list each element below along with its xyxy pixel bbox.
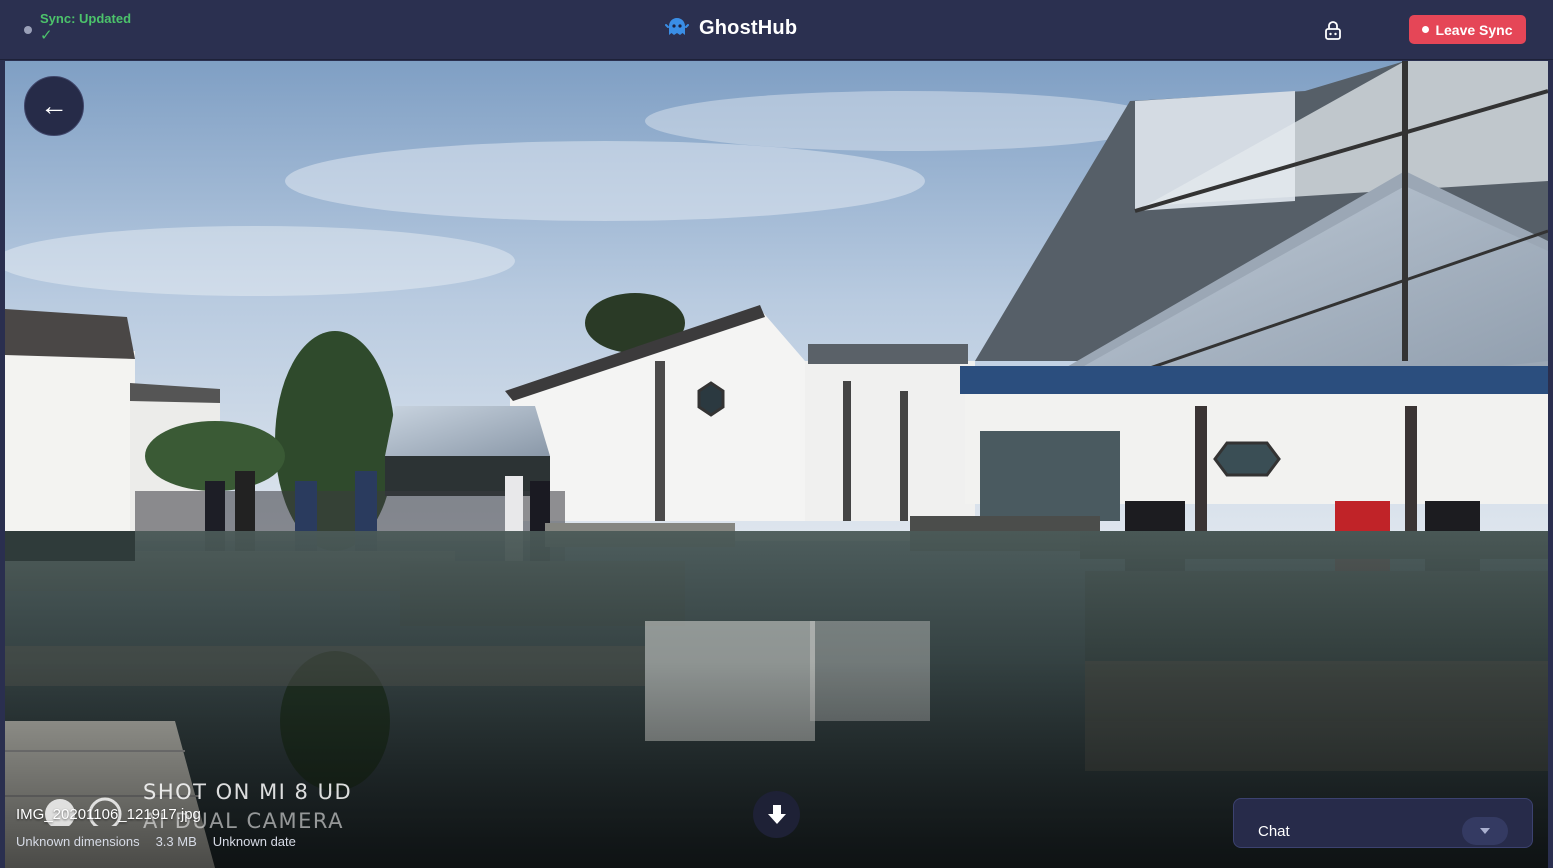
sync-status-text-block: Sync: Updated ✓ [40, 10, 131, 44]
sync-status: Sync: Updated ✓ [24, 10, 131, 44]
leave-dot-icon [1422, 26, 1430, 33]
lock-icon [1325, 21, 1341, 40]
ghost-icon [665, 18, 689, 35]
sync-status-text: Sync: Updated [40, 11, 132, 26]
sync-indicator-dot [24, 26, 32, 34]
sync-check-icon: ✓ [40, 27, 53, 44]
file-info: IMG_20201106_121917.jpg Unknown dimensio… [16, 806, 296, 849]
file-date: Unknown date [212, 834, 296, 849]
chat-toggle-button[interactable] [1462, 817, 1508, 845]
file-size: 3.3 MB [155, 834, 197, 849]
leave-sync-button[interactable]: Leave Sync [1409, 15, 1526, 44]
back-button[interactable]: ← [24, 76, 84, 136]
download-button[interactable] [753, 791, 800, 838]
watermark-line1: SHOT ON MI 8 UD [143, 780, 353, 804]
photo-image [5, 61, 1548, 868]
chevron-down-icon [1480, 828, 1490, 834]
brand: GhostHub [665, 16, 797, 40]
media-viewer[interactable] [5, 61, 1548, 868]
header-bar: Sync: Updated ✓ GhostHub Leave Sync [0, 0, 1553, 60]
file-meta: Unknown dimensions 3.3 MB Unknown date [16, 834, 296, 849]
leave-sync-label: Leave Sync [1435, 21, 1513, 38]
file-dimensions: Unknown dimensions [16, 834, 140, 849]
file-name: IMG_20201106_121917.jpg [16, 806, 201, 823]
download-icon [767, 804, 786, 824]
app-window: Sync: Updated ✓ GhostHub Leave Sync ← SH… [0, 0, 1553, 868]
chat-panel[interactable]: Chat [1233, 798, 1533, 848]
arrow-left-icon: ← [40, 90, 68, 121]
chat-label: Chat [1258, 823, 1290, 840]
app-title: GhostHub [699, 16, 798, 39]
lock-button[interactable] [1322, 19, 1344, 41]
